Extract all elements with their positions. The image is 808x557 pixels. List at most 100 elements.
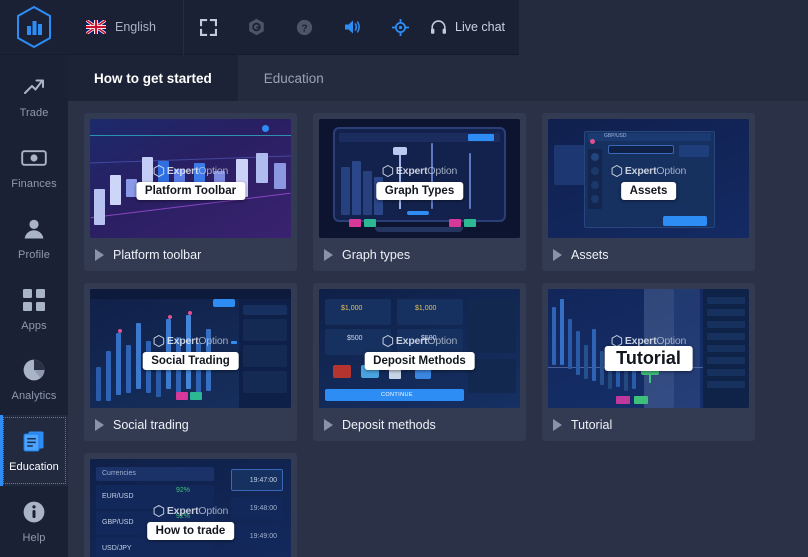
cards-scroll-area[interactable]: ExpertOption Platform Toolbar Platform t… — [68, 101, 808, 557]
sidebar-item-label: Profile — [18, 248, 50, 261]
asset-row-payout: 92% — [176, 487, 191, 494]
info-icon — [21, 499, 47, 525]
grid-icon — [21, 287, 47, 313]
tab-label: Education — [263, 70, 324, 86]
card-graph-types[interactable]: ExpertOption Graph Types Graph types — [313, 113, 526, 271]
book-icon — [21, 428, 47, 454]
play-icon — [553, 248, 562, 261]
help-circle-icon: ? — [296, 19, 312, 35]
sidebar-item-trade[interactable]: Trade — [0, 61, 68, 132]
sidebar-item-label: Education — [9, 461, 59, 474]
asset-row-pair: GBP/USD — [102, 519, 134, 526]
content-area: How to get started Education ExpertOptio… — [68, 55, 808, 557]
play-icon — [95, 418, 104, 431]
tab-education[interactable]: Education — [238, 55, 350, 101]
tab-label: How to get started — [94, 70, 212, 86]
card-title: Tutorial — [571, 417, 613, 432]
status-badge-button[interactable] — [232, 0, 280, 55]
pie-chart-icon — [21, 357, 47, 383]
card-thumbnail: ExpertOption Social Trading — [90, 289, 291, 408]
tab-bar: How to get started Education — [68, 55, 808, 101]
card-thumbnail: ExpertOption Platform Toolbar — [90, 119, 291, 238]
uk-flag-icon — [86, 20, 106, 34]
card-assets[interactable]: GBP/USD ExpertOption Assets Assets — [542, 113, 755, 271]
card-badge: Social Trading — [142, 352, 239, 370]
card-title: Graph types — [342, 247, 411, 262]
target-button[interactable] — [376, 0, 424, 55]
sidebar-item-profile[interactable]: Profile — [0, 203, 68, 274]
user-icon — [21, 216, 47, 242]
card-thumbnail: Currencies EUR/USD 92% GBP/USD 92% USD/J… — [90, 459, 291, 557]
sidebar-item-label: Finances — [11, 177, 57, 190]
card-badge: Deposit Methods — [364, 352, 475, 370]
expertoption-logo-icon — [17, 5, 51, 49]
app-root: English ? Live chat Trade Finances Profi… — [0, 0, 808, 557]
card-title: Assets — [571, 247, 609, 262]
svg-text:?: ? — [301, 22, 307, 34]
card-deposit-methods[interactable]: $1,000 $1,000 $500 $500 CONTINUE ExpertO… — [313, 283, 526, 441]
help-button[interactable]: ? — [280, 0, 328, 55]
topbar-spacer — [519, 0, 808, 55]
card-badge: How to trade — [146, 522, 235, 540]
sidebar-item-apps[interactable]: Apps — [0, 274, 68, 345]
asset-pair-label: GBP/USD — [604, 133, 627, 139]
sidebar-item-help[interactable]: Help — [0, 486, 68, 557]
card-badge: Tutorial — [604, 346, 693, 371]
card-social-trading[interactable]: ExpertOption Social Trading Social tradi… — [84, 283, 297, 441]
asset-row-pair: EUR/USD — [102, 493, 134, 500]
asset-row-time: 19:49:00 — [249, 533, 277, 540]
card-how-to-trade[interactable]: Currencies EUR/USD 92% GBP/USD 92% USD/J… — [84, 453, 297, 557]
top-bar: English ? Live chat — [0, 0, 808, 55]
card-platform-toolbar[interactable]: ExpertOption Platform Toolbar Platform t… — [84, 113, 297, 271]
card-footer: Graph types — [319, 238, 520, 271]
hexagon-badge-icon — [248, 18, 264, 36]
language-label: English — [115, 20, 156, 34]
continue-label: CONTINUE — [381, 392, 413, 398]
sidebar: Trade Finances Profile Apps Analytics Ed… — [0, 55, 68, 557]
asset-row-time: 19:47:00 — [249, 477, 277, 484]
sidebar-item-education[interactable]: Education — [0, 415, 68, 487]
headset-icon — [431, 19, 446, 34]
fullscreen-icon — [199, 18, 217, 36]
card-title: Deposit methods — [342, 417, 436, 432]
sidebar-item-label: Analytics — [11, 390, 57, 403]
sidebar-item-label: Apps — [21, 319, 47, 332]
target-icon — [391, 18, 409, 36]
card-footer: Assets — [548, 238, 749, 271]
body: Trade Finances Profile Apps Analytics Ed… — [0, 55, 808, 557]
play-icon — [95, 248, 104, 261]
sidebar-item-label: Help — [22, 532, 46, 545]
asset-row-pair: USD/JPY — [102, 545, 132, 552]
sound-icon — [345, 20, 360, 34]
card-badge: Platform Toolbar — [135, 182, 246, 200]
live-chat-label: Live chat — [455, 20, 506, 34]
asset-row-time: 19:48:00 — [249, 505, 277, 512]
card-thumbnail: ExpertOption Graph Types — [319, 119, 520, 238]
trend-up-icon — [21, 74, 47, 100]
card-thumbnail: GBP/USD ExpertOption Assets — [548, 119, 749, 238]
play-icon — [324, 248, 333, 261]
asset-row-payout: 92% — [176, 513, 191, 520]
logo[interactable] — [0, 0, 68, 55]
card-badge: Assets — [620, 182, 677, 200]
sidebar-item-label: Trade — [19, 106, 49, 119]
card-footer: Tutorial — [548, 408, 749, 441]
cards-grid: ExpertOption Platform Toolbar Platform t… — [84, 113, 796, 557]
card-title: Social trading — [113, 417, 189, 432]
card-badge: Graph Types — [375, 182, 464, 200]
tab-how-to-get-started[interactable]: How to get started — [68, 55, 238, 101]
sound-button[interactable] — [328, 0, 376, 55]
card-footer: Deposit methods — [319, 408, 520, 441]
card-footer: Platform toolbar — [90, 238, 291, 271]
card-tutorial[interactable]: ExpertOption Tutorial Tutorial — [542, 283, 755, 441]
live-chat-button[interactable]: Live chat — [424, 0, 519, 55]
sidebar-item-analytics[interactable]: Analytics — [0, 344, 68, 415]
language-selector[interactable]: English — [68, 0, 184, 55]
play-icon — [324, 418, 333, 431]
asset-list-header: Currencies — [102, 470, 136, 477]
sidebar-item-finances[interactable]: Finances — [0, 132, 68, 203]
fullscreen-button[interactable] — [184, 0, 232, 55]
card-thumbnail: $1,000 $1,000 $500 $500 CONTINUE ExpertO… — [319, 289, 520, 408]
card-footer: Social trading — [90, 408, 291, 441]
banknote-icon — [21, 145, 47, 171]
